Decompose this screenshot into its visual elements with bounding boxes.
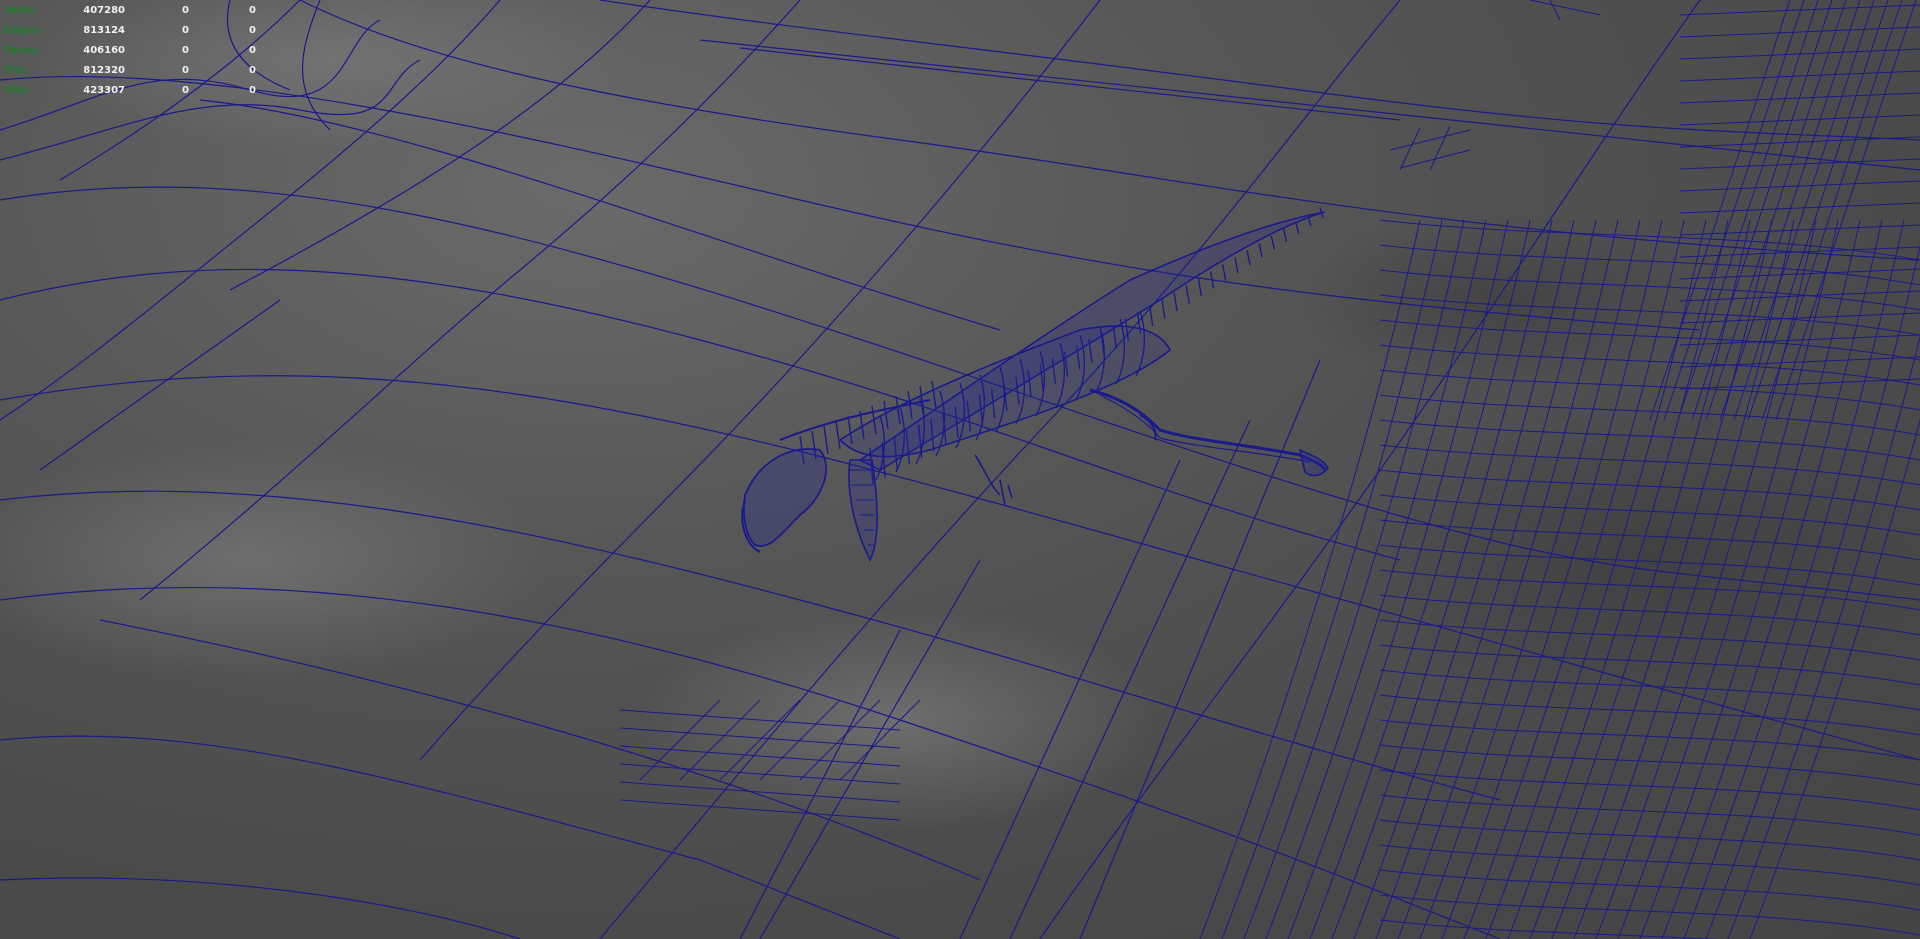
vertebra (1258, 242, 1263, 258)
hud-total: 423307 (83, 85, 125, 96)
hud-selected: 0 (182, 5, 189, 16)
hud-row-uvs: UVs: 423307 0 0 (4, 81, 264, 101)
hud-row-faces: Faces: 406160 0 0 (4, 41, 264, 61)
hud-label: Edges: (4, 25, 42, 36)
vertebra (1222, 264, 1227, 281)
hud-total: 407280 (83, 5, 125, 16)
patch-line (1389, 125, 1471, 171)
lattice-line (1379, 919, 1721, 939)
hud-selected-tris: 0 (249, 25, 256, 36)
neck-vertebra (835, 420, 841, 450)
hud-total: 813124 (83, 25, 125, 36)
patch-line (1529, 0, 1601, 21)
vertebra (1295, 221, 1300, 235)
vertebra (1173, 291, 1178, 312)
hud-selected-tris: 0 (249, 85, 256, 96)
lattice-line (1705, 0, 1847, 421)
hud-selected-tris: 0 (249, 65, 256, 76)
hud-label: Verts: (4, 5, 38, 16)
hud-row-tris: Tris: 812320 0 0 (4, 61, 264, 81)
hud-selected: 0 (182, 65, 189, 76)
lattice-line (1679, 290, 1920, 302)
lattice-line (1679, 246, 1920, 258)
vertebra (1161, 298, 1166, 319)
terrain-line (599, 0, 1920, 141)
lattice-line (1679, 334, 1920, 346)
lattice-line (1679, 114, 1920, 126)
vertebra (1185, 285, 1190, 304)
3d-viewport[interactable] (0, 0, 1920, 939)
hud-selected: 0 (182, 45, 189, 56)
hud-selected-tris: 0 (249, 45, 256, 56)
lattice-line (1679, 26, 1920, 38)
poly-count-hud: Verts: 407280 0 0 Edges: 813124 0 0 Face… (4, 1, 264, 101)
terrain-line (739, 47, 1401, 121)
vertebra (1149, 305, 1154, 327)
lattice-line (1379, 844, 1920, 886)
hud-label: UVs: (4, 85, 30, 96)
lattice-line (1379, 894, 1920, 936)
neck-vertebra (823, 425, 829, 455)
terrain-line (1079, 359, 1321, 939)
lattice-line (1679, 158, 1920, 170)
vertebra (1246, 250, 1251, 266)
lattice-line (1679, 378, 1920, 390)
hud-total: 812320 (83, 65, 125, 76)
lattice-line (1379, 869, 1920, 911)
lattice-line (1679, 180, 1920, 192)
hud-row-verts: Verts: 407280 0 0 (4, 1, 264, 21)
hud-selected: 0 (182, 25, 189, 36)
terrain-wireframe (0, 0, 1920, 939)
lattice-line (1679, 224, 1920, 236)
terrain-line (0, 877, 521, 939)
lattice-line (1679, 202, 1920, 214)
hud-selected: 0 (182, 85, 189, 96)
hud-label: Tris: (4, 65, 29, 76)
claw (999, 479, 1013, 506)
vertebra (1234, 257, 1239, 273)
vertebra (1197, 278, 1203, 297)
skull-mesh (742, 448, 827, 547)
ribcage-mesh (838, 325, 1172, 458)
arm (974, 454, 1001, 496)
vertebra (1270, 235, 1276, 250)
dinosaur-skeleton-mesh[interactable] (741, 207, 1329, 562)
hud-selected-tris: 0 (249, 5, 256, 16)
lattice-line (1379, 719, 1920, 761)
hind-foot (1298, 448, 1329, 477)
hud-total: 406160 (83, 45, 125, 56)
hud-row-edges: Edges: 813124 0 0 (4, 21, 264, 41)
hud-label: Faces: (4, 45, 40, 56)
terrain-line (699, 39, 1920, 171)
lattice-line (1679, 70, 1920, 82)
vertebra (1282, 228, 1288, 242)
